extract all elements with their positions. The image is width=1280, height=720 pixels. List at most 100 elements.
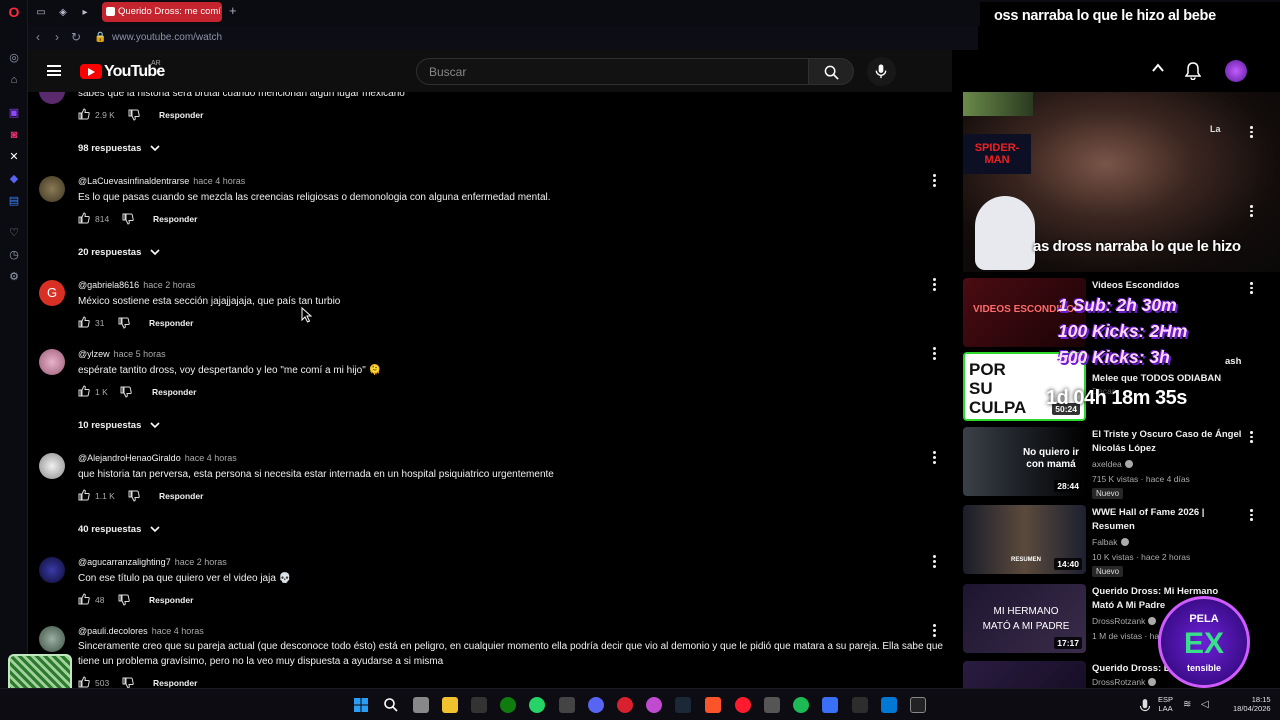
- reply-button[interactable]: Responder: [159, 110, 203, 120]
- tab-active[interactable]: Querido Dross: me comí a: [102, 2, 222, 22]
- rec-title[interactable]: El Triste y Oscuro Caso de Ángel Nicolás…: [1092, 428, 1242, 456]
- comment-menu-icon[interactable]: [933, 555, 937, 570]
- history-clock-icon[interactable]: ◷: [7, 248, 21, 262]
- comment-time[interactable]: hace 4 horas: [152, 626, 204, 636]
- comment-avatar[interactable]: [39, 349, 65, 375]
- like-icon[interactable]: [78, 385, 90, 397]
- reply-button[interactable]: Responder: [153, 214, 197, 224]
- steam-icon[interactable]: [675, 697, 691, 713]
- comment-avatar[interactable]: [39, 176, 65, 202]
- app-store-icon[interactable]: [881, 697, 897, 713]
- dislike-icon[interactable]: [118, 317, 130, 329]
- rec-thumbnail[interactable]: No quiero ir con mamá 28:44: [963, 427, 1086, 496]
- opera-taskbar-icon[interactable]: [735, 697, 751, 713]
- dislike-icon[interactable]: [122, 213, 134, 225]
- sidebar-aria-icon[interactable]: ◎: [7, 51, 21, 65]
- dislike-icon[interactable]: [128, 490, 140, 502]
- replies-toggle[interactable]: 40 respuestas: [78, 524, 160, 535]
- like-icon[interactable]: [78, 108, 90, 120]
- comment-author[interactable]: @ylzew: [78, 349, 110, 359]
- whatsapp-icon[interactable]: [529, 697, 545, 713]
- app-purple-icon[interactable]: [646, 697, 662, 713]
- rec-menu-icon[interactable]: [1250, 509, 1254, 523]
- app-icon[interactable]: [559, 697, 575, 713]
- rec-channel[interactable]: axeldea: [1092, 459, 1133, 469]
- rec-channel-name[interactable]: Falbak: [1092, 537, 1118, 547]
- app-red-icon[interactable]: [617, 697, 633, 713]
- rec-channel-name[interactable]: DrossRotzank: [1092, 616, 1145, 626]
- replies-toggle[interactable]: 10 respuestas: [78, 420, 160, 431]
- replies-toggle[interactable]: 98 respuestas: [78, 143, 160, 154]
- like-icon[interactable]: [78, 593, 90, 605]
- rec-thumbnail[interactable]: RESUMEN 14:40: [963, 505, 1086, 574]
- reload-icon[interactable]: ↻: [71, 30, 81, 44]
- brave-icon[interactable]: [705, 697, 721, 713]
- rec-thumbnail[interactable]: MI HERMANO MATÓ A MI PADRE 17:17: [963, 584, 1086, 653]
- like-icon[interactable]: [78, 676, 90, 688]
- comment-author[interactable]: @gabriela8616: [78, 280, 139, 290]
- comment-avatar[interactable]: [39, 557, 65, 583]
- comment-author[interactable]: @agucarranzalighting7: [78, 557, 171, 567]
- cam-menu-icon-2[interactable]: [1250, 205, 1254, 219]
- rec-title[interactable]: Videos Escondidos: [1092, 279, 1242, 293]
- notifications-bell-icon[interactable]: [1185, 62, 1201, 80]
- terminal-icon[interactable]: [910, 697, 926, 713]
- like-icon[interactable]: [78, 489, 90, 501]
- file-explorer-icon[interactable]: [442, 697, 458, 713]
- wifi-icon[interactable]: ≋: [1183, 699, 1195, 711]
- rec-title[interactable]: WWE Hall of Fame 2026 | Resumen: [1092, 506, 1242, 534]
- tab-icon-pinned[interactable]: ◈: [56, 6, 70, 20]
- comment-author[interactable]: @LaCuevasinfinaldentrarse: [78, 176, 189, 186]
- favorites-heart-icon[interactable]: ♡: [7, 226, 21, 240]
- comment-time[interactable]: hace 4 horas: [185, 453, 237, 463]
- comment-menu-icon[interactable]: [933, 451, 937, 466]
- volume-icon[interactable]: ◁: [1201, 699, 1213, 711]
- comment-time[interactable]: hace 2 horas: [175, 557, 227, 567]
- dislike-icon[interactable]: [128, 109, 140, 121]
- reply-button[interactable]: Responder: [149, 318, 193, 328]
- clock[interactable]: 18:15 18/04/2026: [1233, 695, 1271, 713]
- account-avatar[interactable]: [1225, 60, 1247, 82]
- comment-avatar[interactable]: [39, 626, 65, 652]
- youtube-logo-icon[interactable]: [80, 64, 102, 79]
- cam-menu-icon[interactable]: [1250, 126, 1254, 140]
- comment-menu-icon[interactable]: [933, 347, 937, 362]
- rec-menu-icon[interactable]: [1250, 431, 1254, 445]
- comment-avatar[interactable]: [39, 453, 65, 479]
- input-language[interactable]: ESP LAA: [1158, 695, 1173, 713]
- menu-icon[interactable]: [47, 65, 61, 76]
- rec-channel[interactable]: DrossRotzank: [1092, 677, 1157, 687]
- app-blue-icon[interactable]: [822, 697, 838, 713]
- rec-video-item[interactable]: No quiero ir con mamá 28:44 El Triste y …: [963, 427, 1280, 501]
- dislike-icon[interactable]: [118, 594, 130, 606]
- comment-avatar[interactable]: [39, 92, 65, 104]
- voice-search-button[interactable]: [867, 57, 896, 86]
- search-input[interactable]: [429, 65, 789, 79]
- comment-author[interactable]: @AlejandroHenaoGiraldo: [78, 453, 181, 463]
- dislike-icon[interactable]: [120, 386, 132, 398]
- sidebar-crypto-icon[interactable]: ⌂: [7, 73, 21, 87]
- comment-author[interactable]: @pauli.decolores: [78, 626, 148, 636]
- tray-mic-icon[interactable]: [1137, 698, 1153, 714]
- vk-icon[interactable]: ▤: [7, 194, 21, 208]
- tab-icon-pinned-2[interactable]: ▸: [78, 6, 92, 20]
- windows-start-icon[interactable]: [353, 697, 369, 713]
- like-icon[interactable]: [78, 212, 90, 224]
- comment-time[interactable]: hace 2 horas: [143, 280, 195, 290]
- instagram-icon[interactable]: ◙: [7, 128, 21, 142]
- comment-avatar[interactable]: G: [39, 280, 65, 306]
- url-field[interactable]: www.youtube.com/watch: [112, 32, 222, 43]
- x-icon[interactable]: ✕: [7, 150, 21, 164]
- twitch-icon[interactable]: ▣: [7, 106, 21, 120]
- search-box[interactable]: [416, 58, 809, 85]
- workspaces-icon[interactable]: ▭: [34, 6, 48, 20]
- reply-button[interactable]: Responder: [153, 678, 197, 688]
- discord-icon[interactable]: ◆: [7, 172, 21, 186]
- rec-video-item[interactable]: RESUMEN 14:40 WWE Hall of Fame 2026 | Re…: [963, 505, 1280, 579]
- rec-channel[interactable]: Falbak: [1092, 537, 1129, 547]
- discord-taskbar-icon[interactable]: [588, 697, 604, 713]
- new-tab-button[interactable]: +: [229, 3, 237, 18]
- rec-channel-name[interactable]: DrossRotzank: [1092, 677, 1145, 687]
- app-dark-icon[interactable]: [852, 697, 868, 713]
- comment-menu-icon[interactable]: [933, 624, 937, 639]
